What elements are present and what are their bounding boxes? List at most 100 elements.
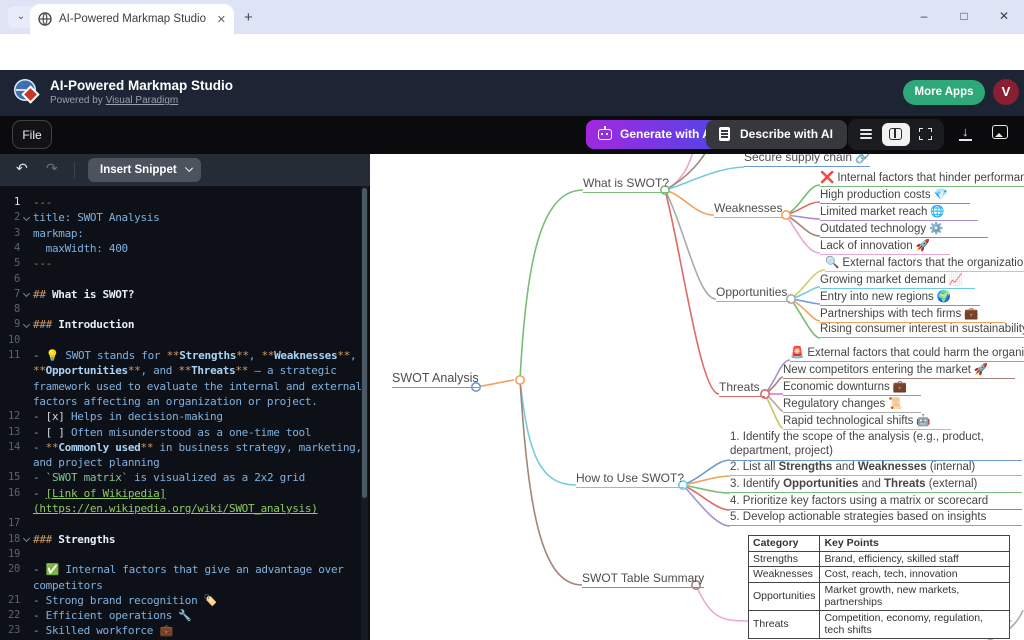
scrollbar-thumb[interactable]	[362, 188, 367, 498]
editor-line[interactable]: 18### Strengths	[0, 532, 370, 547]
map-item-label: Growing market demand	[820, 274, 946, 286]
editor-line[interactable]: and project planning	[0, 455, 370, 470]
map-node-howto[interactable]: How to Use SWOT?	[576, 471, 684, 488]
editor-line[interactable]: 7## What is SWOT?	[0, 287, 370, 302]
download-button[interactable]: ↓	[958, 124, 974, 142]
fold-chevron-icon[interactable]	[23, 214, 30, 221]
line-content: **Opportunities**, and **Threats** — a s…	[33, 363, 337, 378]
editor-line[interactable]: 2title: SWOT Analysis	[0, 210, 370, 225]
file-menu-button[interactable]: File	[12, 120, 52, 149]
divider	[838, 125, 839, 145]
map-item: Economic downturns💼	[783, 379, 921, 396]
map-node-tablesum[interactable]: SWOT Table Summary	[582, 571, 704, 588]
app-toolbar: File Generate with AI Describe with AI ↓	[0, 116, 1024, 154]
powered-by: Powered by Visual Paradigm	[50, 95, 178, 106]
fullscreen-button[interactable]	[912, 123, 940, 146]
map-item: Outdated technology⚙️	[820, 221, 988, 238]
brand-badge[interactable]: V	[993, 79, 1019, 105]
editor-line[interactable]: (https://en.wikipedia.org/wiki/SWOT_anal…	[0, 501, 370, 516]
editor-line[interactable]: 1---	[0, 195, 370, 210]
insert-snippet-button[interactable]: Insert Snippet	[88, 158, 201, 182]
split-view-button[interactable]	[882, 123, 910, 146]
editor-line[interactable]: 23- Skilled workforce 💼	[0, 623, 370, 638]
editor-scrollbar[interactable]	[361, 186, 368, 640]
mindmap-link	[683, 485, 730, 510]
node-toggle-circle[interactable]	[516, 376, 524, 384]
visual-paradigm-link[interactable]: Visual Paradigm	[106, 95, 179, 106]
editor-line[interactable]: 19	[0, 547, 370, 562]
fold-chevron-icon[interactable]	[23, 290, 30, 297]
export-image-button[interactable]	[992, 125, 1008, 139]
line-number: 10	[0, 333, 20, 348]
mindmap-link	[520, 380, 582, 585]
weaknesses-item-icon: ⚙️	[929, 223, 943, 235]
editor-line[interactable]: competitors	[0, 578, 370, 593]
editor-line[interactable]: 20- ✅ Internal factors that give an adva…	[0, 562, 370, 577]
map-item: ❌Internal factors that hinder performanc…	[820, 170, 1024, 187]
map-node-cutoff[interactable]: Secure supply chain 🔗	[744, 154, 870, 167]
editor-line[interactable]: factors affecting an organization or pro…	[0, 394, 370, 409]
mindmap-link	[786, 215, 820, 253]
tab-close-icon[interactable]: ✕	[217, 13, 226, 26]
code-editor[interactable]: 1---2title: SWOT Analysis3markmap:4 maxW…	[0, 186, 370, 640]
table-cell: Weaknesses	[749, 567, 820, 583]
window-minimize-button[interactable]: –	[904, 0, 944, 32]
redo-icon[interactable]: ↷	[46, 160, 58, 177]
generate-label: Generate with AI	[620, 127, 714, 141]
browser-tab-strip: ⌄ AI-Powered Markmap Studio ✕ + – □ ✕	[0, 0, 1024, 34]
editor-view-button[interactable]	[852, 123, 880, 146]
editor-line[interactable]: 5---	[0, 256, 370, 271]
split-view-icon	[889, 128, 902, 140]
editor-line[interactable]: **Opportunities**, and **Threats** — a s…	[0, 363, 370, 378]
table-row: WeaknessesCost, reach, tech, innovation	[749, 567, 1010, 583]
fold-chevron-icon[interactable]	[23, 535, 30, 542]
window-close-button[interactable]: ✕	[984, 0, 1024, 32]
weaknesses-item-icon: 🌐	[930, 206, 944, 218]
editor-line[interactable]: 11- 💡 SWOT stands for **Strengths**, **W…	[0, 348, 370, 363]
editor-line[interactable]: 4 maxWidth: 400	[0, 241, 370, 256]
line-number: 11	[0, 348, 20, 363]
map-item: 🚨External factors that could harm the or…	[790, 345, 1024, 362]
editor-line[interactable]: 21- Strong brand recognition 🏷️	[0, 593, 370, 608]
editor-line[interactable]: 17	[0, 516, 370, 531]
line-number: 13	[0, 425, 20, 440]
map-node-opportunities[interactable]: Opportunities	[716, 285, 790, 302]
editor-line[interactable]: 3markmap:	[0, 226, 370, 241]
describe-with-ai-button[interactable]: Describe with AI	[706, 120, 847, 149]
editor-line[interactable]: 6	[0, 272, 370, 287]
app-window: ⌄ AI-Powered Markmap Studio ✕ + – □ ✕ ← …	[0, 0, 1024, 640]
more-apps-button[interactable]: More Apps	[903, 80, 985, 105]
insert-snippet-label: Insert Snippet	[100, 164, 177, 176]
line-content: ---	[33, 256, 52, 271]
map-node-root[interactable]: SWOT Analysis	[392, 371, 479, 388]
line-number: 9	[0, 317, 20, 332]
editor-line[interactable]: 16- [Link of Wikipedia]	[0, 486, 370, 501]
mindmap-link	[786, 185, 820, 215]
editor-line[interactable]: 13- [ ] Often misunderstood as a one-tim…	[0, 425, 370, 440]
table-row: OpportunitiesMarket growth, new markets,…	[749, 582, 1010, 610]
map-node-weaknesses[interactable]: Weaknesses	[714, 201, 784, 218]
map-item: 5. Develop actionable strategies based o…	[730, 511, 1022, 526]
browser-tab[interactable]: AI-Powered Markmap Studio ✕	[30, 4, 234, 34]
fold-chevron-icon[interactable]	[23, 321, 30, 328]
editor-line[interactable]: 12- [x] Helps in decision-making	[0, 409, 370, 424]
markmap-canvas[interactable]: SWOT AnalysisWhat is SWOT?WeaknessesOppo…	[370, 154, 1024, 640]
editor-line[interactable]: 22- Efficient operations 🔧	[0, 608, 370, 623]
line-content: ### Strengths	[33, 532, 115, 547]
editor-line[interactable]: 10	[0, 333, 370, 348]
describe-label: Describe with AI	[740, 127, 833, 141]
powered-prefix: Powered by	[50, 95, 106, 106]
map-item-label: Entry into new regions	[820, 291, 934, 303]
map-node-what[interactable]: What is SWOT?	[583, 176, 669, 193]
line-number: 1	[0, 195, 20, 210]
map-node-threats[interactable]: Threats	[719, 380, 765, 397]
undo-icon[interactable]: ↶	[16, 160, 28, 177]
window-maximize-button[interactable]: □	[944, 0, 984, 32]
editor-line[interactable]: 8	[0, 302, 370, 317]
new-tab-button[interactable]: +	[244, 9, 253, 27]
editor-line[interactable]: 14- **Commonly used** in business strate…	[0, 440, 370, 455]
editor-line[interactable]: 9### Introduction	[0, 317, 370, 332]
editor-line[interactable]: framework used to evaluate the internal …	[0, 379, 370, 394]
app-title: AI-Powered Markmap Studio	[50, 78, 233, 93]
editor-line[interactable]: 15- `SWOT matrix` is visualized as a 2x2…	[0, 470, 370, 485]
